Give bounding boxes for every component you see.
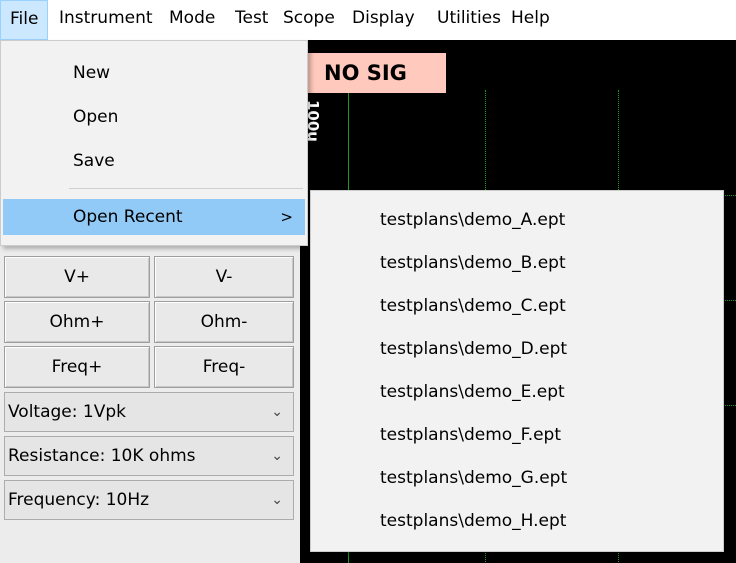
menu-scope[interactable]: Scope — [274, 0, 344, 40]
resistance-select-value: Resistance: 10K ohms — [8, 446, 196, 466]
recent-file-item[interactable]: testplans\demo_E.ept — [313, 371, 721, 414]
menu-help[interactable]: Help — [502, 0, 559, 40]
menu-item-open-recent-label: Open Recent — [73, 207, 183, 227]
file-menu: New Open Save Open Recent > — [0, 40, 308, 246]
recent-file-item[interactable]: testplans\demo_H.ept — [313, 500, 721, 543]
resistance-select[interactable]: Resistance: 10K ohms ⌄ — [4, 436, 294, 476]
voltage-select[interactable]: Voltage: 1Vpk ⌄ — [4, 392, 294, 432]
frequency-select[interactable]: Frequency: 10Hz ⌄ — [4, 480, 294, 520]
recent-file-item[interactable]: testplans\demo_A.ept — [313, 199, 721, 242]
menu-utilities[interactable]: Utilities — [428, 0, 510, 40]
voltage-select-value: Voltage: 1Vpk — [8, 402, 126, 422]
ohm-up-button[interactable]: Ohm+ — [4, 301, 150, 343]
menu-mode[interactable]: Mode — [160, 0, 224, 40]
menu-item-save[interactable]: Save — [3, 143, 305, 179]
recent-file-item[interactable]: testplans\demo_F.ept — [313, 414, 721, 457]
recent-file-item[interactable]: testplans\demo_C.ept — [313, 285, 721, 328]
recent-files-menu: testplans\demo_A.ept testplans\demo_B.ep… — [310, 190, 724, 552]
recent-file-item[interactable]: testplans\demo_G.ept — [313, 457, 721, 500]
menu-item-open[interactable]: Open — [3, 99, 305, 135]
chevron-down-icon: ⌄ — [271, 492, 283, 508]
freq-down-button[interactable]: Freq- — [154, 346, 294, 388]
chevron-down-icon: ⌄ — [271, 404, 283, 420]
ohm-down-button[interactable]: Ohm- — [154, 301, 294, 343]
chevron-right-icon: > — [280, 208, 293, 226]
menu-display[interactable]: Display — [343, 0, 424, 40]
recent-file-item[interactable]: testplans\demo_D.ept — [313, 328, 721, 371]
signal-status-badge: NO SIG — [300, 53, 446, 93]
recent-file-item[interactable]: testplans\demo_B.ept — [313, 242, 721, 285]
chevron-down-icon: ⌄ — [271, 448, 283, 464]
menu-item-open-recent[interactable]: Open Recent > — [3, 199, 305, 235]
frequency-select-value: Frequency: 10Hz — [8, 490, 150, 510]
voltage-down-button[interactable]: V- — [154, 256, 294, 298]
menu-file[interactable]: File — [0, 0, 49, 40]
voltage-up-button[interactable]: V+ — [4, 256, 150, 298]
freq-up-button[interactable]: Freq+ — [4, 346, 150, 388]
menu-bar: File Instrument Mode Test Scope Display … — [0, 0, 736, 40]
menu-test[interactable]: Test — [226, 0, 277, 40]
menu-separator — [69, 188, 303, 189]
menu-instrument[interactable]: Instrument — [50, 0, 162, 40]
control-panel: V+ V- Ohm+ Ohm- Freq+ Freq- Voltage: 1Vp… — [0, 244, 300, 563]
menu-item-new[interactable]: New — [3, 55, 305, 91]
